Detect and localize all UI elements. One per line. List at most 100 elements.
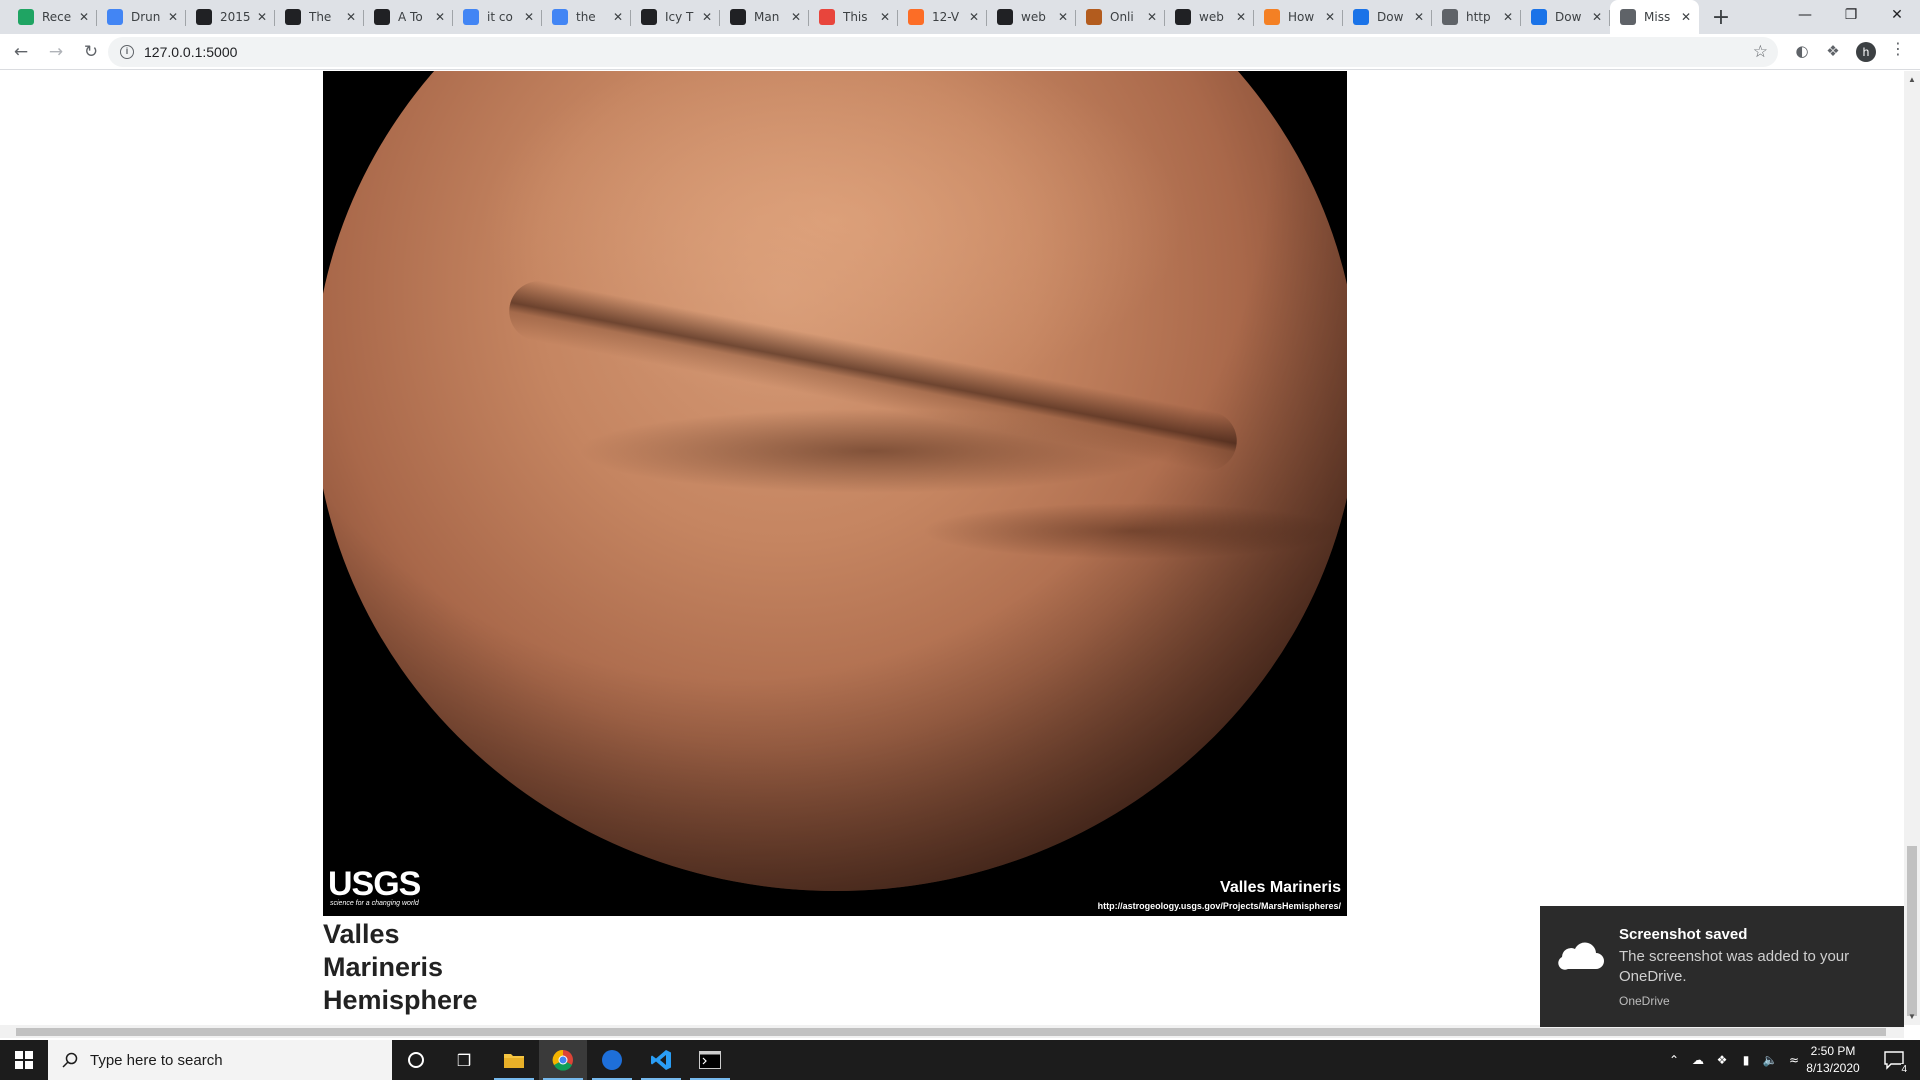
browser-tab[interactable]: Dow ✕	[1521, 4, 1610, 30]
tab-close-icon[interactable]: ✕	[522, 10, 536, 24]
tab-title: The	[309, 10, 332, 24]
tab-close-icon[interactable]: ✕	[1412, 10, 1426, 24]
globe-icon	[1442, 9, 1458, 25]
browser-tab[interactable]: it co ✕	[453, 4, 542, 30]
tab-close-icon[interactable]: ✕	[1056, 10, 1070, 24]
file-explorer-button[interactable]	[490, 1040, 538, 1080]
dropbox-tray-icon[interactable]: ❖	[1710, 1053, 1734, 1067]
tab-close-icon[interactable]: ✕	[789, 10, 803, 24]
onedrive-notification[interactable]: Screenshot saved The screenshot was adde…	[1540, 906, 1904, 1027]
tab-title: it co	[487, 10, 513, 24]
extension-circle-icon[interactable]: ◐	[1790, 39, 1814, 63]
tab-title: the	[576, 10, 596, 24]
google-icon	[463, 9, 479, 25]
info-icon[interactable]: i	[120, 45, 134, 59]
task-view-button[interactable]: ❒	[440, 1040, 488, 1080]
browser-tab[interactable]: Onli ✕	[1076, 4, 1165, 30]
terminal-button[interactable]	[686, 1040, 734, 1080]
bookmark-star-icon[interactable]: ☆	[1753, 42, 1768, 62]
url-text[interactable]: 127.0.0.1:5000	[144, 44, 237, 60]
github-icon	[1175, 9, 1191, 25]
battery-icon[interactable]: ▮	[1734, 1053, 1758, 1067]
tab-close-icon[interactable]: ✕	[255, 10, 269, 24]
browser-tab[interactable]: A To ✕	[364, 4, 453, 30]
tab-close-icon[interactable]: ✕	[878, 10, 892, 24]
restore-button[interactable]: ❐	[1828, 0, 1874, 30]
browser-tab[interactable]: How ✕	[1254, 4, 1343, 30]
tab-close-icon[interactable]: ✕	[1501, 10, 1515, 24]
window-icon	[1531, 9, 1547, 25]
browser-tab[interactable]: Miss ✕	[1610, 0, 1699, 34]
folder-icon	[504, 1054, 524, 1068]
tab-close-icon[interactable]: ✕	[1145, 10, 1159, 24]
browser-tab[interactable]: Man ✕	[720, 4, 809, 30]
tab-close-icon[interactable]: ✕	[433, 10, 447, 24]
browser-tab[interactable]: The ✕	[275, 4, 364, 30]
tab-close-icon[interactable]: ✕	[1323, 10, 1337, 24]
vertical-scroll-thumb[interactable]	[1907, 846, 1917, 1016]
scroll-down-icon[interactable]: ▼	[1908, 1012, 1916, 1021]
tab-title: Onli	[1110, 10, 1134, 24]
browser-tab[interactable]: Dow ✕	[1343, 4, 1432, 30]
browser-tab[interactable]: This ✕	[809, 4, 898, 30]
start-button[interactable]	[0, 1040, 48, 1080]
cortana-circle-icon	[408, 1052, 424, 1068]
tab-title: Man	[754, 10, 780, 24]
tab-close-icon[interactable]: ✕	[166, 10, 180, 24]
forward-button[interactable]: →	[42, 38, 70, 66]
chrome-icon	[552, 1049, 573, 1071]
onedrive-tray-icon[interactable]: ☁	[1686, 1053, 1710, 1067]
tab-close-icon[interactable]: ✕	[700, 10, 714, 24]
address-bar[interactable]: i 127.0.0.1:5000 ☆	[108, 37, 1778, 67]
app-button[interactable]	[588, 1040, 636, 1080]
browser-tab[interactable]: the ✕	[542, 4, 631, 30]
browser-tab[interactable]: Icy T ✕	[631, 4, 720, 30]
volume-icon[interactable]: 🔈	[1758, 1053, 1782, 1067]
profile-avatar[interactable]: h	[1856, 42, 1876, 62]
reload-button[interactable]: ↻	[77, 38, 105, 66]
search-placeholder[interactable]: Type here to search	[90, 1052, 223, 1069]
chrome-button[interactable]	[539, 1040, 587, 1080]
vertical-scrollbar[interactable]: ▲ ▼	[1904, 71, 1920, 1025]
browser-menu-icon[interactable]: ⋮	[1890, 39, 1906, 58]
vscode-button[interactable]	[637, 1040, 685, 1080]
tab-title: http	[1466, 10, 1491, 24]
extensions-puzzle-icon[interactable]: ❖	[1821, 39, 1845, 63]
scroll-up-icon[interactable]: ▲	[1908, 75, 1916, 84]
browser-tab[interactable]: http ✕	[1432, 4, 1521, 30]
browser-tab[interactable]: web ✕	[987, 4, 1076, 30]
minimize-button[interactable]: —	[1782, 0, 1828, 30]
tab-close-icon[interactable]: ✕	[1679, 10, 1693, 24]
close-window-button[interactable]: ✕	[1874, 0, 1920, 30]
browser-tab[interactable]: Drun ✕	[97, 4, 186, 30]
new-tab-button[interactable]: +	[1707, 3, 1735, 31]
tab-close-icon[interactable]: ✕	[611, 10, 625, 24]
browser-tab[interactable]: Rece ✕	[8, 4, 97, 30]
page-viewport: USGS science for a changing world Valles…	[0, 71, 1904, 1025]
app-circle-icon	[602, 1050, 622, 1070]
taskbar-clock[interactable]: 2:50 PM 8/13/2020	[1798, 1043, 1868, 1077]
search-icon	[62, 1052, 78, 1068]
tab-close-icon[interactable]: ✕	[967, 10, 981, 24]
hemisphere-title-line: Hemisphere	[323, 985, 478, 1015]
window-controls: — ❐ ✕	[1782, 0, 1920, 30]
cortana-button[interactable]	[392, 1040, 440, 1080]
tab-close-icon[interactable]: ✕	[77, 10, 91, 24]
image-caption: Valles Marineris http://astrogeology.usg…	[1098, 879, 1341, 911]
action-center-button[interactable]: 4	[1876, 1040, 1912, 1080]
taskbar-search[interactable]: Type here to search	[48, 1040, 392, 1080]
tab-close-icon[interactable]: ✕	[1234, 10, 1248, 24]
tab-close-icon[interactable]: ✕	[1590, 10, 1604, 24]
a-letter-icon	[374, 9, 390, 25]
system-tray: ⌃ ☁ ❖ ▮ 🔈 ≈	[1662, 1040, 1806, 1080]
browser-tab[interactable]: web ✕	[1165, 4, 1254, 30]
browser-tab[interactable]: 2015 ✕	[186, 4, 275, 30]
tab-close-icon[interactable]: ✕	[344, 10, 358, 24]
browser-tab[interactable]: 12-V ✕	[898, 4, 987, 30]
back-button[interactable]: ←	[7, 38, 35, 66]
gitlab-icon	[908, 9, 924, 25]
tab-title: web	[1021, 10, 1046, 24]
horizontal-scroll-thumb[interactable]	[16, 1028, 1886, 1036]
tray-chevron-up-icon[interactable]: ⌃	[1662, 1053, 1686, 1067]
tab-title: A To	[398, 10, 423, 24]
